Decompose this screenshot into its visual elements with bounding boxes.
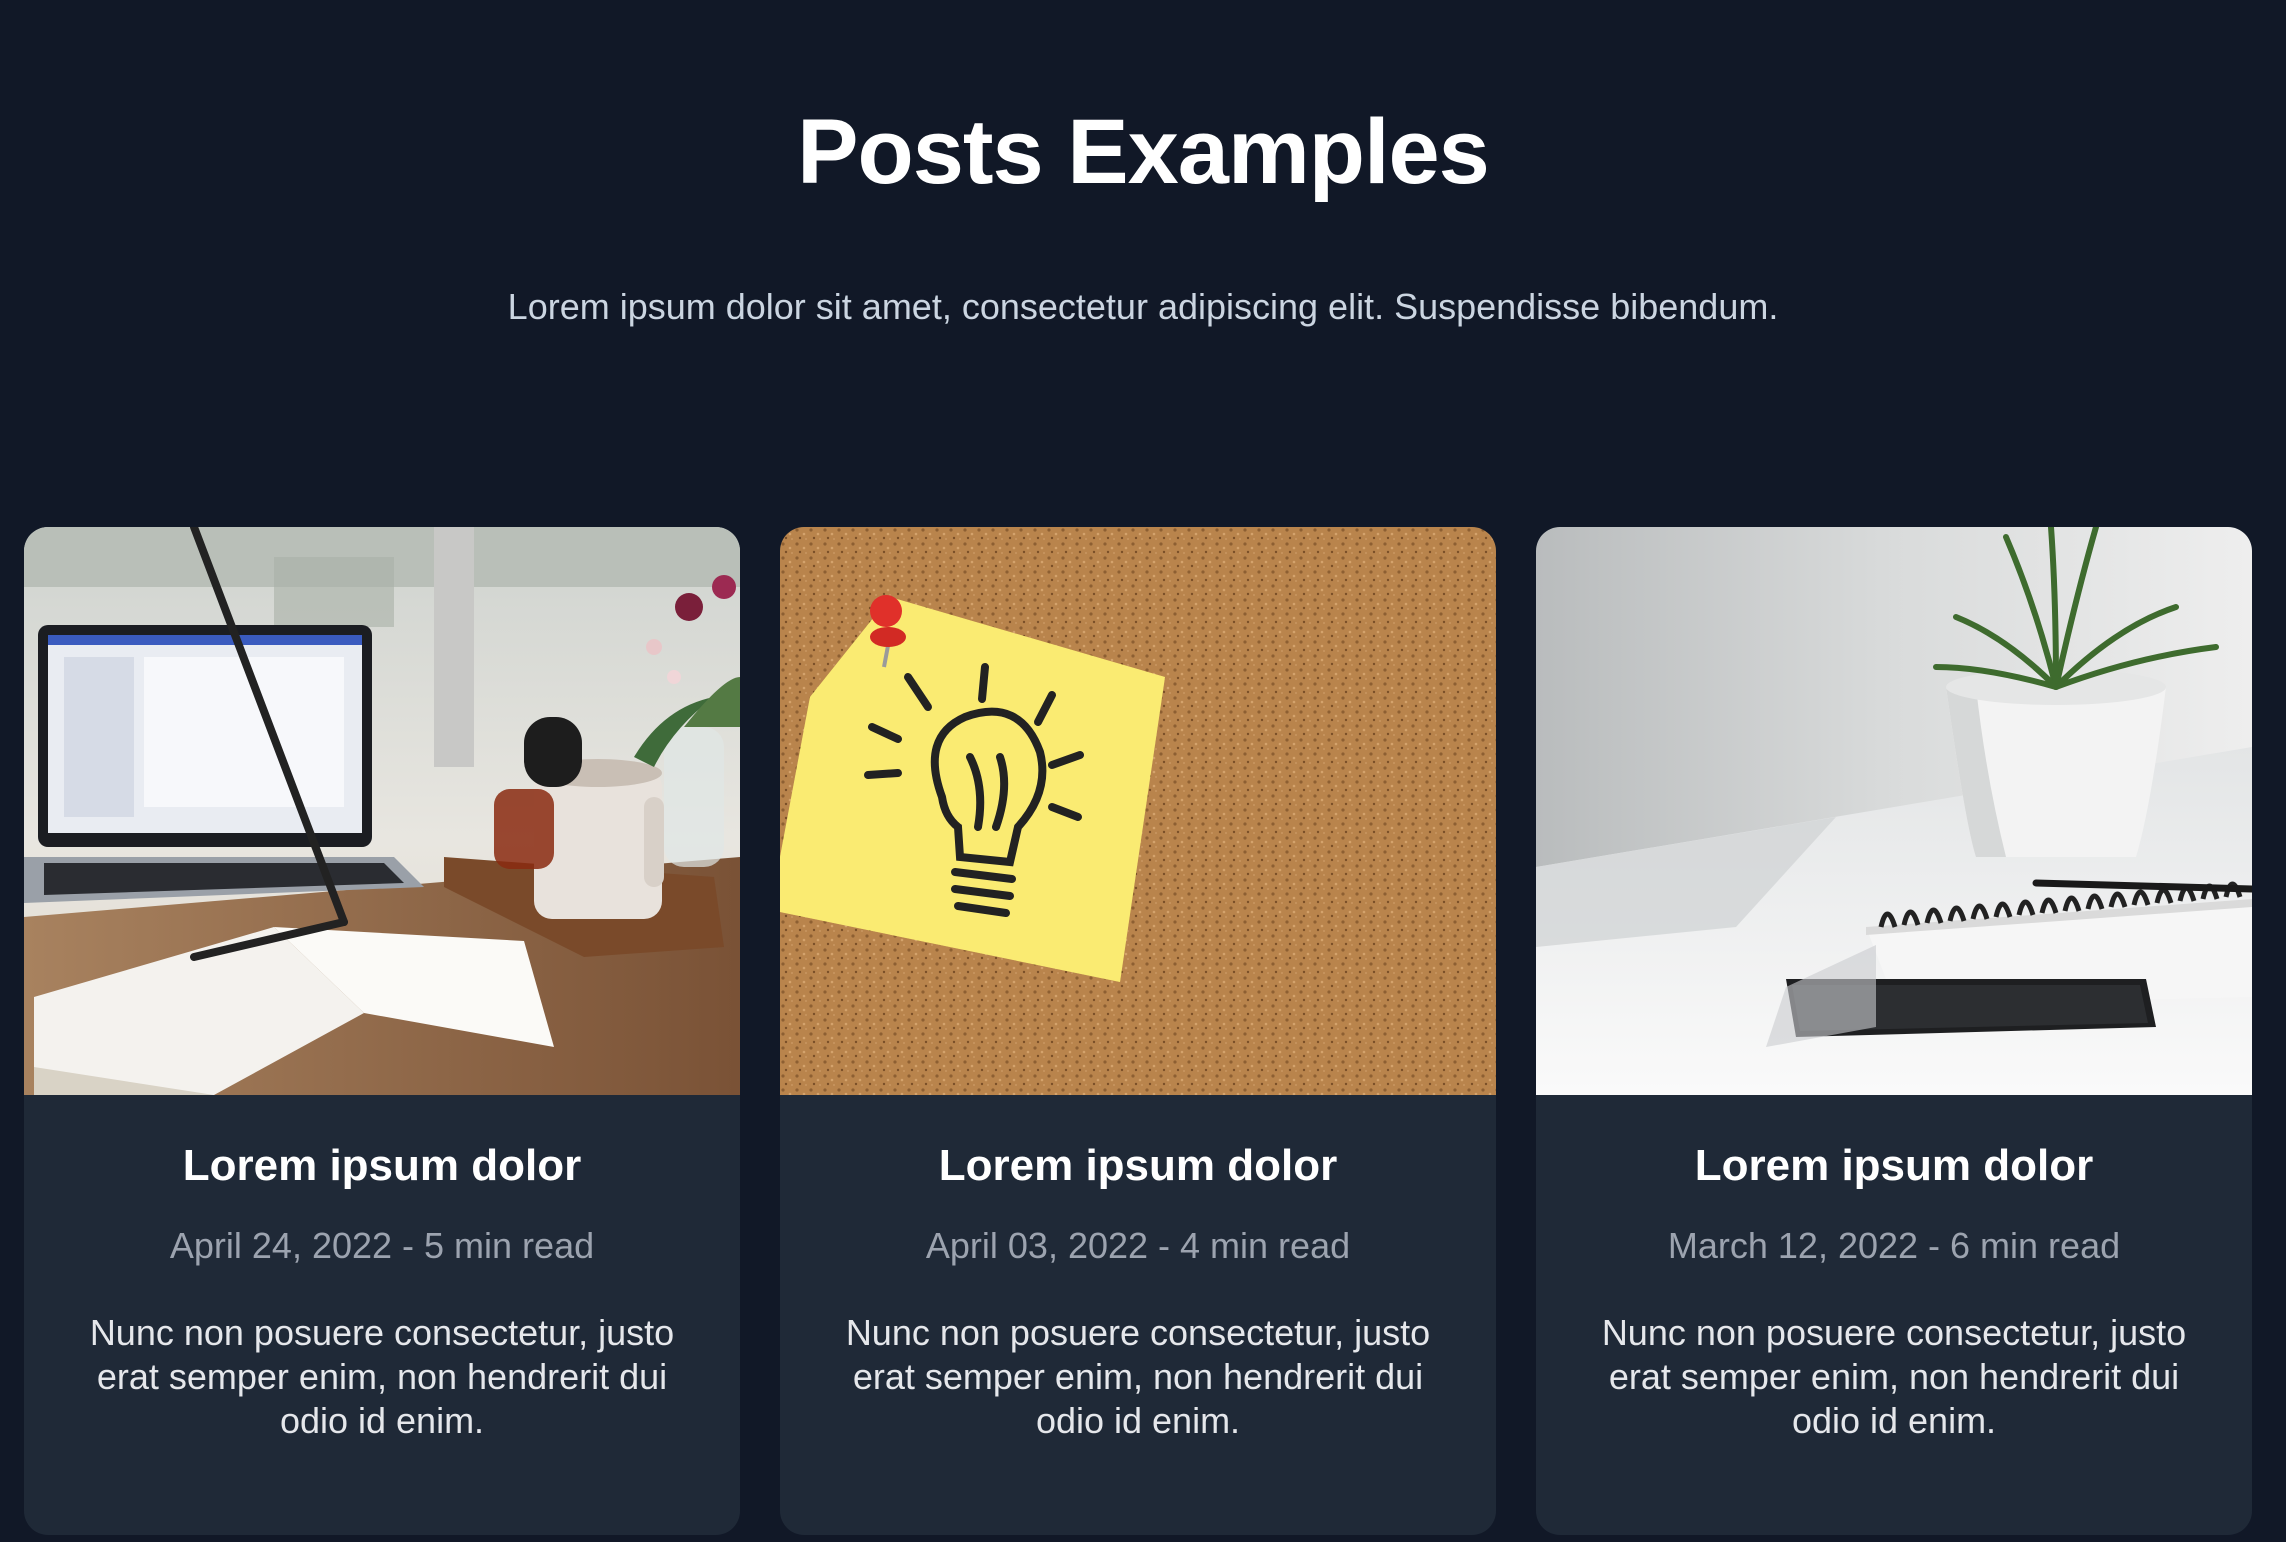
- post-title[interactable]: Lorem ipsum dolor: [24, 1141, 740, 1191]
- post-image-lightbulb-note[interactable]: [780, 527, 1496, 1095]
- page-title: Posts Examples: [797, 101, 1490, 203]
- post-meta: March 12, 2022 - 6 min read: [1667, 1225, 2121, 1266]
- page-subtitle: Lorem ipsum dolor sit amet, consectetur …: [507, 286, 1779, 327]
- post-card-grid: Lorem ipsum dolor April 24, 2022 - 5 min…: [24, 527, 2252, 1535]
- post-card-2[interactable]: Lorem ipsum dolor April 03, 2022 - 4 min…: [780, 527, 1496, 1535]
- post-excerpt: Nunc non posuere consectetur, justo erat…: [1601, 1312, 2187, 1441]
- post-image-desk-laptop[interactable]: [24, 527, 740, 1095]
- post-excerpt: Nunc non posuere consectetur, justo erat…: [845, 1312, 1431, 1441]
- post-title[interactable]: Lorem ipsum dolor: [1536, 1141, 2252, 1191]
- post-image-white-desk-plant[interactable]: [1536, 527, 2252, 1095]
- post-title[interactable]: Lorem ipsum dolor: [780, 1141, 1496, 1191]
- post-meta: April 24, 2022 - 5 min read: [169, 1225, 595, 1266]
- post-card-3[interactable]: Lorem ipsum dolor March 12, 2022 - 6 min…: [1536, 527, 2252, 1535]
- post-card-1[interactable]: Lorem ipsum dolor April 24, 2022 - 5 min…: [24, 527, 740, 1535]
- post-meta: April 03, 2022 - 4 min read: [925, 1225, 1351, 1266]
- post-excerpt: Nunc non posuere consectetur, justo erat…: [89, 1312, 675, 1441]
- posts-section: Posts Examples Lorem ipsum dolor sit ame…: [0, 0, 2286, 1542]
